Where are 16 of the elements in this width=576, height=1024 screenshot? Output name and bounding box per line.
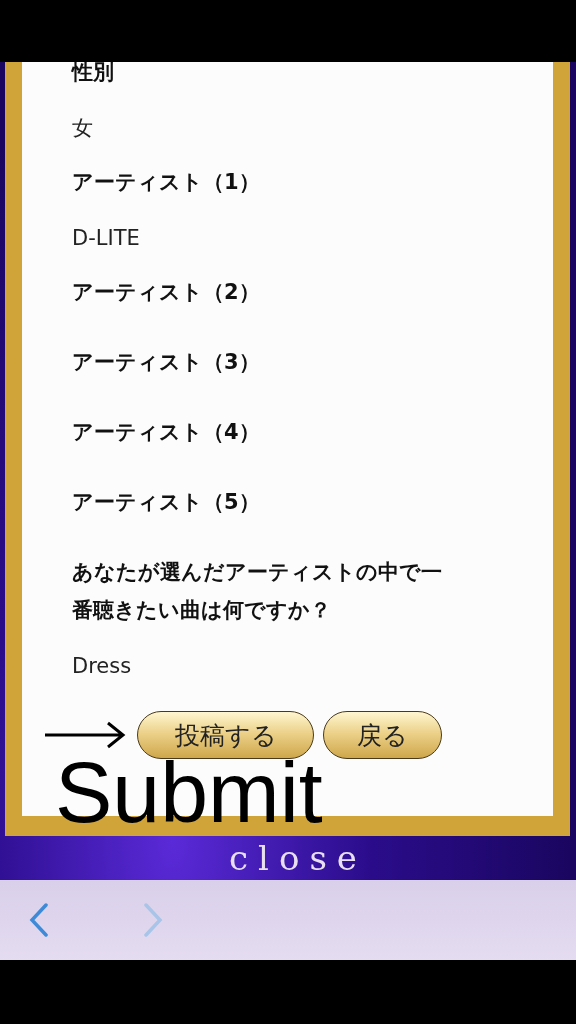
field-value: D-LITE	[72, 225, 141, 252]
annotation-text: Submit	[55, 760, 323, 824]
arrow-icon	[44, 720, 126, 750]
field-label: 性別	[72, 62, 115, 86]
field-label: アーティスト（3）	[72, 349, 261, 376]
back-icon[interactable]	[28, 903, 50, 937]
field-label: アーティスト（1）	[72, 169, 261, 196]
field-label: アーティスト（2）	[72, 279, 261, 306]
back-button[interactable]: 戻る	[323, 711, 442, 759]
field-value: 女	[72, 115, 94, 142]
field-label: アーティスト（4）	[72, 419, 261, 446]
field-label: アーティスト（5）	[72, 489, 261, 516]
background-text: close	[229, 838, 367, 880]
submit-button[interactable]: 投稿する	[137, 711, 314, 759]
field-label: あなたが選んだアーティストの中で一番聴きたい曲は何ですか？	[72, 559, 443, 624]
field-value: Dress	[72, 653, 133, 680]
